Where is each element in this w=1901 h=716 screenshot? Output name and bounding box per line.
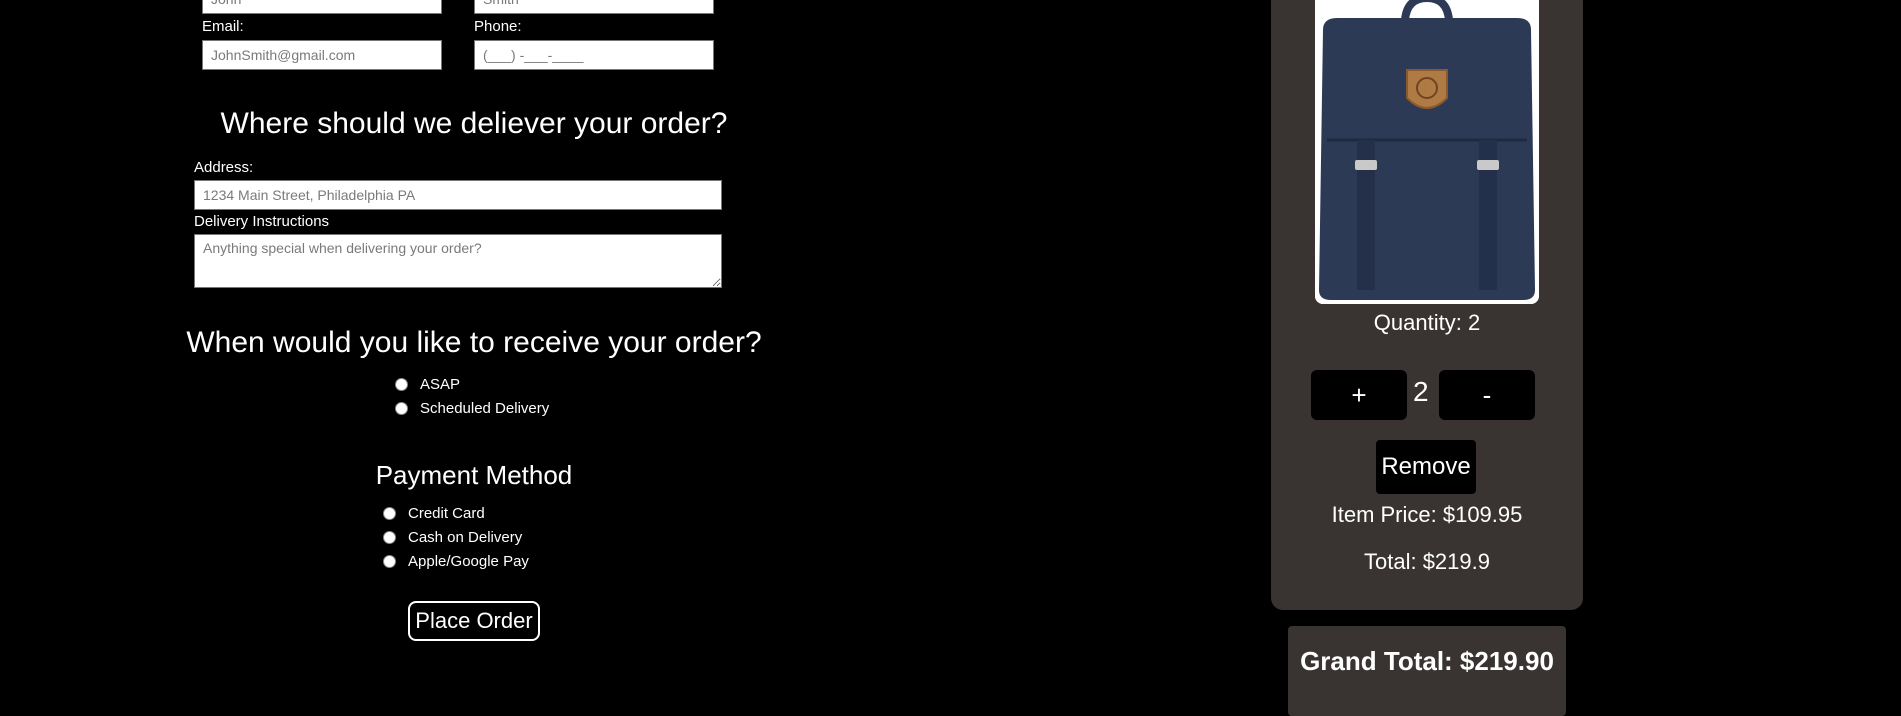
asap-option[interactable]: ASAP bbox=[395, 376, 460, 393]
cash-on-delivery-radio[interactable] bbox=[383, 531, 396, 544]
credit-card-radio[interactable] bbox=[383, 507, 396, 520]
timing-section-title: When would you like to receive your orde… bbox=[186, 326, 762, 359]
increase-quantity-button[interactable]: + bbox=[1311, 370, 1407, 420]
first-name-input[interactable] bbox=[202, 0, 442, 14]
remove-button[interactable]: Remove bbox=[1376, 440, 1476, 494]
apple-google-pay-label: Apple/Google Pay bbox=[408, 553, 529, 570]
asap-label: ASAP bbox=[420, 376, 461, 393]
delivery-instructions-field[interactable] bbox=[194, 234, 722, 288]
cash-on-delivery-label: Cash on Delivery bbox=[408, 529, 523, 546]
backpack-icon bbox=[1315, 0, 1539, 304]
product-image[interactable] bbox=[1315, 0, 1539, 304]
email-field[interactable] bbox=[202, 40, 442, 70]
item-price: Item Price: $109.95 bbox=[1331, 502, 1523, 527]
scheduled-delivery-option[interactable]: Scheduled Delivery bbox=[395, 400, 549, 417]
grand-total: Grand Total: $219.90 bbox=[1300, 646, 1554, 676]
phone-field[interactable] bbox=[474, 40, 714, 70]
payment-section-title: Payment Method bbox=[375, 460, 573, 490]
place-order-button[interactable]: Place Order bbox=[408, 601, 540, 641]
quantity-label: Quantity: 2 bbox=[1373, 310, 1481, 335]
decrease-quantity-button[interactable]: - bbox=[1439, 370, 1535, 420]
email-label: Email: bbox=[202, 18, 244, 35]
apple-google-pay-option[interactable]: Apple/Google Pay bbox=[383, 553, 529, 570]
scheduled-delivery-label: Scheduled Delivery bbox=[420, 400, 550, 417]
cash-on-delivery-option[interactable]: Cash on Delivery bbox=[383, 529, 522, 546]
credit-card-label: Credit Card bbox=[408, 505, 485, 522]
phone-label: Phone: bbox=[474, 18, 522, 35]
scheduled-delivery-radio[interactable] bbox=[395, 402, 408, 415]
address-label: Address: bbox=[194, 159, 254, 176]
delivery-section-title: Where should we deliever your order? bbox=[220, 107, 728, 140]
delivery-instructions-label: Delivery Instructions bbox=[194, 213, 330, 230]
quantity-count: 2 bbox=[1413, 376, 1429, 407]
item-total: Total: $219.9 bbox=[1364, 549, 1490, 574]
last-name-input[interactable] bbox=[474, 0, 714, 14]
apple-google-pay-radio[interactable] bbox=[383, 555, 396, 568]
credit-card-option[interactable]: Credit Card bbox=[383, 505, 485, 522]
address-field[interactable] bbox=[194, 180, 722, 210]
asap-radio[interactable] bbox=[395, 378, 408, 391]
